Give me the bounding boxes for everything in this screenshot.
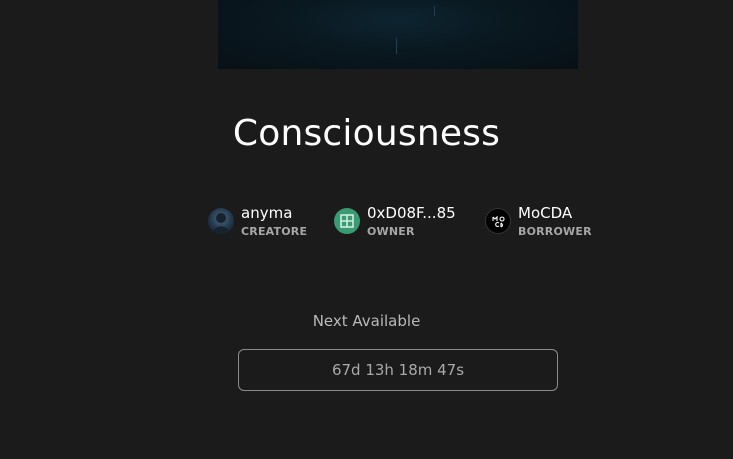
artwork-image[interactable] [218,0,578,69]
creator-name: anyma [241,204,293,222]
countdown-text: 67d 13h 18m 47s [331,361,465,379]
people-row: anyma CREATORE 0xD08F...85 OWNER MoCDA B… [0,204,733,244]
creator-role: CREATORE [241,225,308,238]
next-available-label: Next Available [312,312,421,330]
grid-avatar-icon [334,208,360,234]
borrower-role: BORROWER [518,225,592,238]
owner-link[interactable]: 0xD08F...85 OWNER [334,204,456,238]
creator-avatar [208,208,234,234]
artwork-title: Consciousness [232,113,501,154]
mocda-logo [485,208,511,234]
borrower-link[interactable]: MoCDA BORROWER [485,204,592,238]
owner-role: OWNER [367,225,415,238]
owner-address: 0xD08F...85 [367,204,456,222]
countdown-button[interactable]: 67d 13h 18m 47s [238,349,558,391]
borrower-name: MoCDA [518,204,573,222]
creator-link[interactable]: anyma CREATORE [208,204,307,238]
